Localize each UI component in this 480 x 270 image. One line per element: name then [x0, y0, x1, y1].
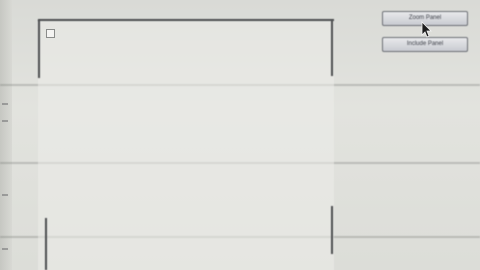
left-edge-strip — [0, 0, 12, 270]
panel-left-border-lower — [45, 218, 47, 270]
left-edge-mark — [2, 194, 8, 196]
panel-right-border-lower — [331, 206, 333, 254]
panel-right-border — [331, 20, 333, 76]
left-edge-mark — [2, 248, 8, 250]
mouse-cursor-icon — [421, 21, 432, 38]
left-edge-mark — [2, 103, 8, 105]
panel-left-border — [38, 20, 40, 78]
include-panel-button[interactable]: Include Panel — [382, 37, 468, 52]
content-panel — [38, 19, 334, 270]
left-edge-mark — [2, 120, 8, 122]
panel-checkbox[interactable] — [46, 29, 55, 38]
